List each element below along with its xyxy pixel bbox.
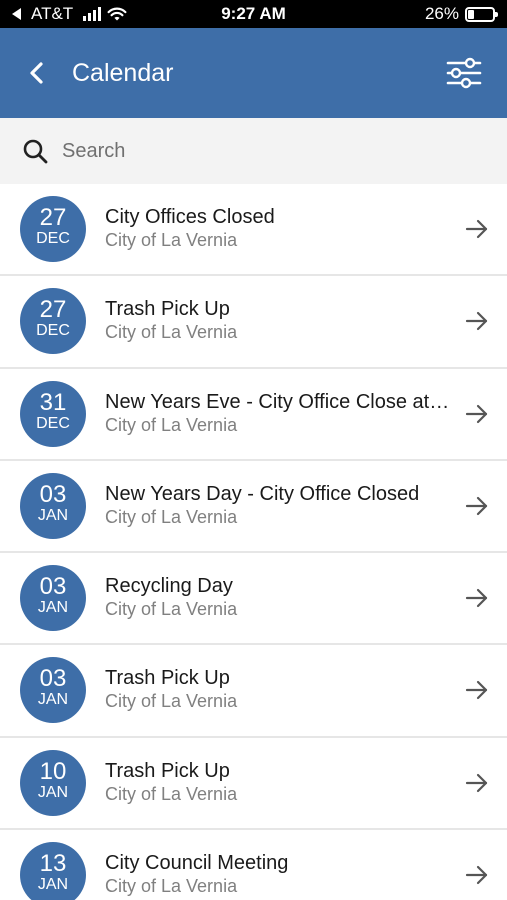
event-row[interactable]: 27 DEC Trash Pick Up City of La Vernia bbox=[0, 276, 507, 369]
event-organization: City of La Vernia bbox=[105, 506, 238, 527]
event-list: 27 DEC City Offices Closed City of La Ve… bbox=[0, 184, 507, 900]
date-month: JAN bbox=[37, 876, 69, 894]
arrow-right-icon[interactable] bbox=[464, 402, 490, 426]
event-organization: City of La Vernia bbox=[105, 876, 238, 897]
nav-bar: Calendar bbox=[0, 28, 507, 118]
arrow-right-icon[interactable] bbox=[464, 771, 490, 795]
date-day: 13 bbox=[39, 850, 67, 878]
date-badge: 27 DEC bbox=[20, 196, 86, 262]
date-month: JAN bbox=[37, 783, 69, 801]
arrow-right-icon[interactable] bbox=[464, 678, 490, 702]
date-month: JAN bbox=[37, 691, 69, 709]
event-row[interactable]: 03 JAN Trash Pick Up City of La Vernia bbox=[0, 645, 507, 738]
date-badge: 10 JAN bbox=[20, 749, 86, 816]
date-month: JAN bbox=[37, 506, 69, 524]
date-month: DEC bbox=[36, 414, 70, 432]
date-day: 03 bbox=[39, 573, 67, 601]
date-badge: 03 JAN bbox=[20, 565, 86, 632]
arrow-right-icon[interactable] bbox=[464, 309, 490, 333]
date-badge: 13 JAN bbox=[20, 842, 86, 900]
arrow-right-icon[interactable] bbox=[464, 863, 490, 887]
arrow-right-icon[interactable] bbox=[464, 586, 490, 610]
event-organization: City of La Vernia bbox=[105, 783, 238, 804]
arrow-right-icon[interactable] bbox=[464, 217, 490, 241]
date-day: 31 bbox=[39, 388, 67, 416]
event-organization: City of La Vernia bbox=[105, 691, 238, 712]
event-organization: City of La Vernia bbox=[105, 230, 238, 250]
date-month: DEC bbox=[36, 230, 70, 247]
event-title: Trash Pick Up bbox=[105, 667, 230, 690]
page-title: Calendar bbox=[72, 59, 174, 87]
event-title: Trash Pick Up bbox=[105, 759, 230, 782]
event-title: City Council Meeting bbox=[105, 852, 289, 875]
date-badge: 27 DEC bbox=[20, 288, 86, 355]
status-bar: AT&T 9:27 AM 26% bbox=[0, 0, 507, 28]
date-month: JAN bbox=[37, 599, 69, 617]
arrow-right-icon[interactable] bbox=[464, 494, 490, 518]
date-badge: 03 JAN bbox=[20, 657, 86, 724]
search-icon bbox=[23, 139, 48, 164]
event-title: New Years Eve - City Office Close at… bbox=[105, 390, 450, 413]
search-bar bbox=[0, 118, 507, 184]
date-month: DEC bbox=[36, 322, 70, 340]
event-title: New Years Day - City Office Closed bbox=[105, 482, 420, 505]
sliders-icon[interactable] bbox=[444, 56, 484, 90]
battery-percent: 26% bbox=[424, 4, 459, 23]
status-right: 26% bbox=[424, 4, 498, 24]
event-title: Recycling Day bbox=[105, 575, 233, 598]
event-title: Trash Pick Up bbox=[105, 298, 230, 321]
event-row[interactable]: 10 JAN Trash Pick Up City of La Vernia bbox=[0, 737, 507, 831]
date-badge: 03 JAN bbox=[20, 472, 86, 539]
date-day: 10 bbox=[39, 757, 67, 785]
event-row[interactable]: 03 JAN New Years Day - City Office Close… bbox=[0, 460, 507, 554]
event-title: City Offices Closed bbox=[105, 206, 275, 228]
battery-icon bbox=[465, 6, 498, 22]
event-organization: City of La Vernia bbox=[105, 599, 238, 620]
event-row[interactable]: 31 DEC New Years Eve - City Office Close… bbox=[0, 368, 507, 461]
date-day: 03 bbox=[39, 665, 67, 693]
event-row[interactable]: 03 JAN Recycling Day City of La Vernia bbox=[0, 553, 507, 646]
search-input[interactable] bbox=[62, 134, 482, 168]
date-day: 03 bbox=[39, 480, 67, 508]
back-chevron-icon[interactable] bbox=[22, 56, 52, 90]
date-day: 27 bbox=[39, 204, 67, 231]
event-row[interactable]: 27 DEC City Offices Closed City of La Ve… bbox=[0, 184, 507, 277]
date-badge: 31 DEC bbox=[20, 380, 86, 447]
event-organization: City of La Vernia bbox=[105, 414, 238, 435]
date-day: 27 bbox=[39, 296, 67, 324]
event-organization: City of La Vernia bbox=[105, 322, 238, 343]
event-row[interactable]: 13 JAN City Council Meeting City of La V… bbox=[0, 830, 507, 900]
